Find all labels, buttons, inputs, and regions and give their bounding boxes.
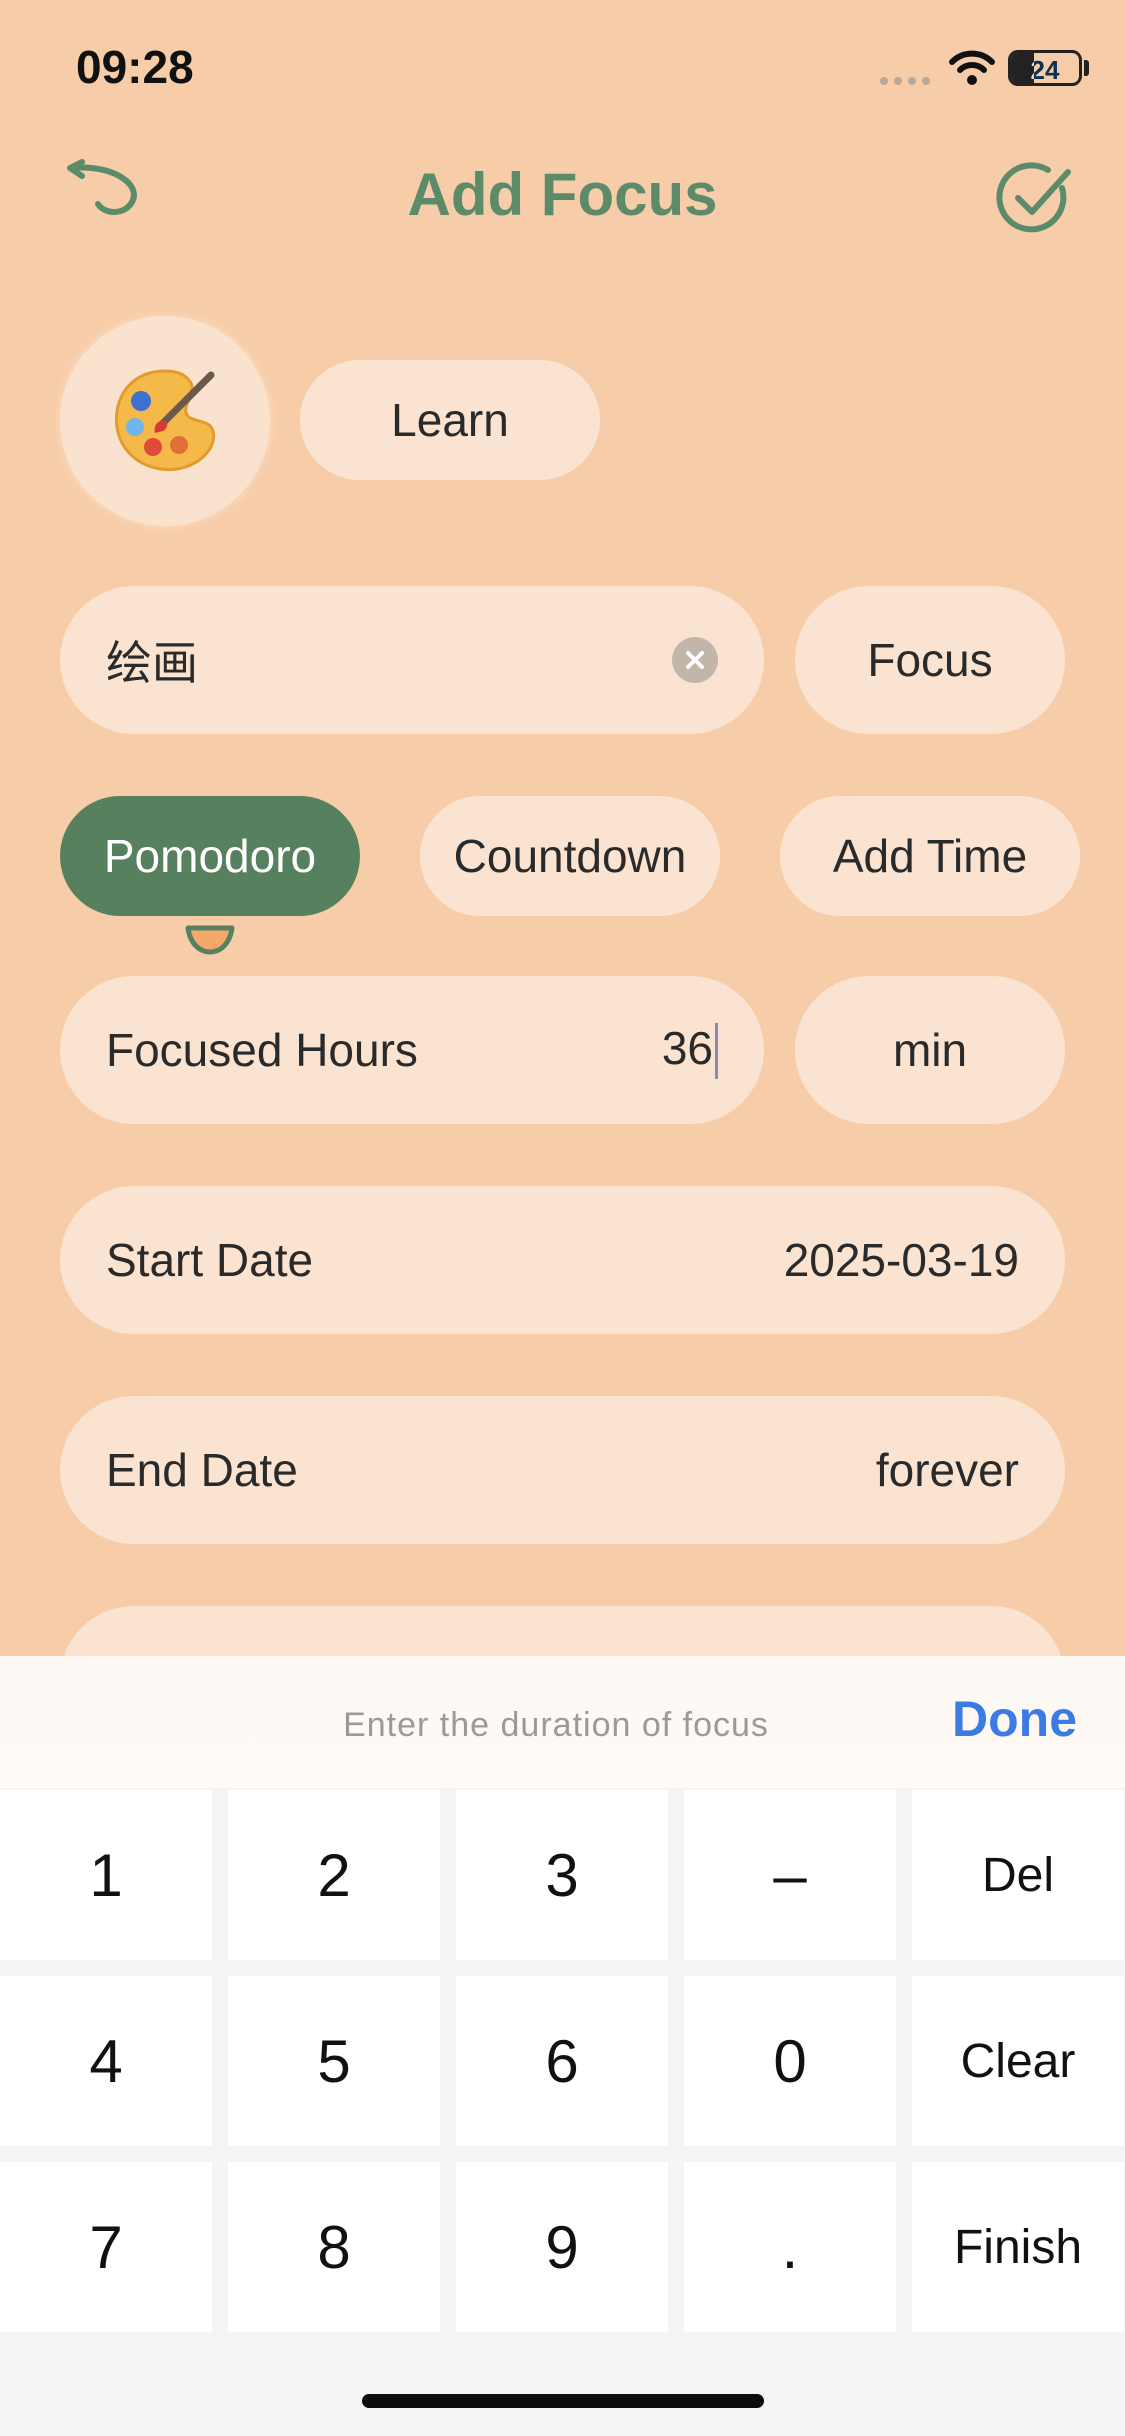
- keyboard-hint: Enter the duration of focus: [343, 1706, 769, 1744]
- numeric-keyboard: Enter the duration of focus Done 1 2 3– Del…: [0, 1656, 1125, 2436]
- text-caret: [715, 1023, 718, 1080]
- palette-icon: [114, 369, 216, 472]
- start-date-label: Start Date: [106, 1234, 314, 1286]
- focused-hours-label: Focused Hours: [106, 1024, 418, 1076]
- home-indicator[interactable]: [362, 2394, 764, 2408]
- key-r2c0[interactable]: 7: [0, 2162, 212, 2332]
- check-circle-icon[interactable]: [996, 158, 1076, 238]
- tab-pomodoro[interactable]: Pomodoro: [60, 796, 360, 916]
- key-r0c3[interactable]: –: [684, 1790, 896, 1960]
- key-r2c1[interactable]: 8: [228, 2162, 440, 2332]
- status-time: 09:28: [76, 41, 194, 93]
- battery-icon: 24: [1008, 50, 1082, 86]
- key-r0c0[interactable]: 1: [0, 1790, 212, 1960]
- unit-pill[interactable]: min: [795, 976, 1065, 1124]
- selected-tab-indicator: [185, 925, 235, 955]
- key-r2c3[interactable]: .: [684, 2162, 896, 2332]
- focus-icon-picker[interactable]: [60, 316, 270, 526]
- page-title: Add Focus: [407, 161, 718, 228]
- key-r1c2[interactable]: 6: [456, 1976, 668, 2146]
- key-r0c1[interactable]: 2: [228, 1790, 440, 1960]
- key-r2c2[interactable]: 9: [456, 2162, 668, 2332]
- category-pill[interactable]: Learn: [300, 360, 600, 480]
- clear-text-icon[interactable]: [672, 637, 718, 683]
- start-date-row[interactable]: Start Date 2025-03-19: [60, 1186, 1065, 1334]
- focused-hours-value: 36: [661, 1021, 713, 1074]
- focus-name-input[interactable]: 绘画: [60, 586, 764, 734]
- start-date-value: 2025-03-19: [783, 1234, 1019, 1286]
- battery-level: 24: [1030, 55, 1060, 85]
- focus-type-pill[interactable]: Focus: [795, 586, 1065, 734]
- key-r1c1[interactable]: 5: [228, 1976, 440, 2146]
- key-clear[interactable]: Clear: [912, 1976, 1124, 2146]
- done-button[interactable]: Done: [952, 1690, 1077, 1748]
- cellular-signal-icon: [880, 72, 936, 90]
- key-del[interactable]: Del: [912, 1790, 1124, 1960]
- focus-name-value: 绘画: [106, 637, 198, 689]
- key-finish[interactable]: Finish: [912, 2162, 1124, 2332]
- key-r1c3[interactable]: 0: [684, 1976, 896, 2146]
- tab-countdown[interactable]: Countdown: [420, 796, 720, 916]
- end-date-value: forever: [875, 1444, 1019, 1496]
- keyboard-toolbar: Enter the duration of focus Done: [0, 1656, 1125, 1788]
- wifi-icon: [949, 50, 995, 85]
- key-r1c0[interactable]: 4: [0, 1976, 212, 2146]
- end-date-row[interactable]: End Date forever: [60, 1396, 1065, 1544]
- end-date-label: End Date: [106, 1444, 298, 1496]
- battery-tip: [1084, 60, 1089, 76]
- key-r0c2[interactable]: 3: [456, 1790, 668, 1960]
- focused-hours-input[interactable]: Focused Hours 36: [60, 976, 764, 1124]
- tab-add-time[interactable]: Add Time: [780, 796, 1080, 916]
